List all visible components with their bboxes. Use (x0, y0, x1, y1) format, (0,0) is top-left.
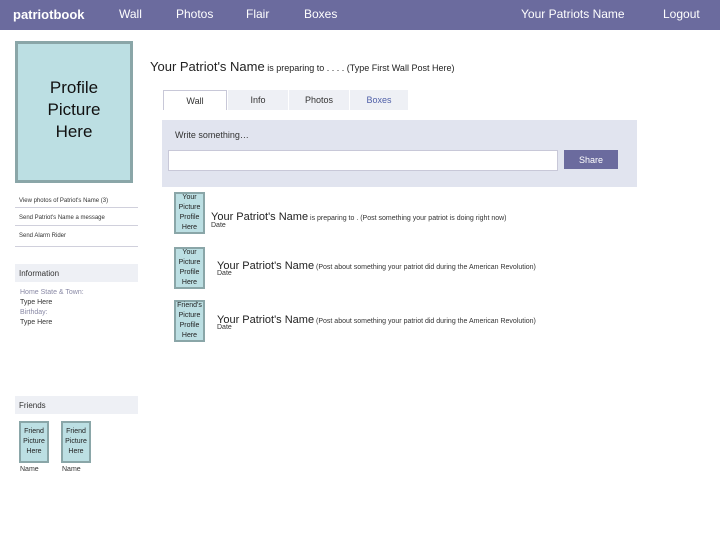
information-heading: Information (15, 264, 138, 282)
nav-photos[interactable]: Photos (176, 7, 213, 21)
nav-wall[interactable]: Wall (119, 7, 142, 21)
nav-boxes[interactable]: Boxes (304, 7, 337, 21)
post-author-picture[interactable]: Friend's Picture Profile Here (174, 300, 205, 342)
divider (15, 225, 138, 226)
post-date: Date (217, 324, 232, 331)
divider (15, 207, 138, 208)
composer-prompt: Write something… (175, 130, 249, 140)
tab-info[interactable]: Info (228, 90, 288, 110)
birthday-label: Birthday: (20, 309, 48, 316)
post-author-picture[interactable]: Your Picture Profile Here (174, 192, 205, 234)
friend-name[interactable]: Name (62, 466, 81, 473)
headline-name: Your Patriot's Name (150, 59, 265, 74)
friend-picture[interactable]: Friend Picture Here (61, 421, 91, 463)
post-date: Date (217, 270, 232, 277)
tab-wall[interactable]: Wall (163, 90, 227, 110)
headline-status: is preparing to . . . . (Type First Wall… (264, 63, 455, 73)
wall-post: Your Patriot's Name (Post about somethin… (217, 310, 536, 328)
home-state-value: Type Here (20, 299, 53, 306)
nav-flair[interactable]: Flair (246, 7, 269, 21)
wall-composer: Write something… Share (162, 120, 637, 187)
brand-logo[interactable]: patriotbook (13, 7, 85, 22)
share-button[interactable]: Share (564, 150, 618, 169)
post-body: is preparing to . (Post something your p… (308, 215, 507, 222)
send-message-link[interactable]: Send Patriot's Name a message (19, 215, 105, 221)
divider (15, 246, 138, 247)
post-body: (Post about something your patriot did d… (314, 264, 536, 271)
top-nav-bar: patriotbook Wall Photos Flair Boxes Your… (0, 0, 720, 30)
profile-picture-label: Profile Picture Here (47, 78, 101, 141)
wall-post: Your Patriot's Name is preparing to . (P… (211, 207, 507, 225)
friends-heading: Friends (15, 396, 138, 414)
send-alarm-rider-link[interactable]: Send Alarm Rider (19, 233, 66, 239)
nav-user-name[interactable]: Your Patriots Name (521, 7, 625, 21)
post-author-picture[interactable]: Your Picture Profile Here (174, 247, 205, 289)
logout-link[interactable]: Logout (663, 7, 700, 21)
tab-photos[interactable]: Photos (289, 90, 349, 110)
wall-post: Your Patriot's Name (Post about somethin… (217, 256, 536, 274)
status-headline: Your Patriot's Name is preparing to . . … (150, 58, 454, 76)
tab-boxes[interactable]: Boxes (350, 90, 408, 110)
view-photos-link[interactable]: View photos of Patriot's Name (3) (19, 198, 108, 204)
post-date: Date (211, 222, 226, 229)
profile-picture[interactable]: Profile Picture Here (15, 41, 133, 183)
friend-picture[interactable]: Friend Picture Here (19, 421, 49, 463)
friend-name[interactable]: Name (20, 466, 39, 473)
home-state-label: Home State & Town: (20, 289, 84, 296)
wall-post-input[interactable] (168, 150, 558, 171)
post-body: (Post about something your patriot did d… (314, 318, 536, 325)
birthday-value: Type Here (20, 319, 53, 326)
